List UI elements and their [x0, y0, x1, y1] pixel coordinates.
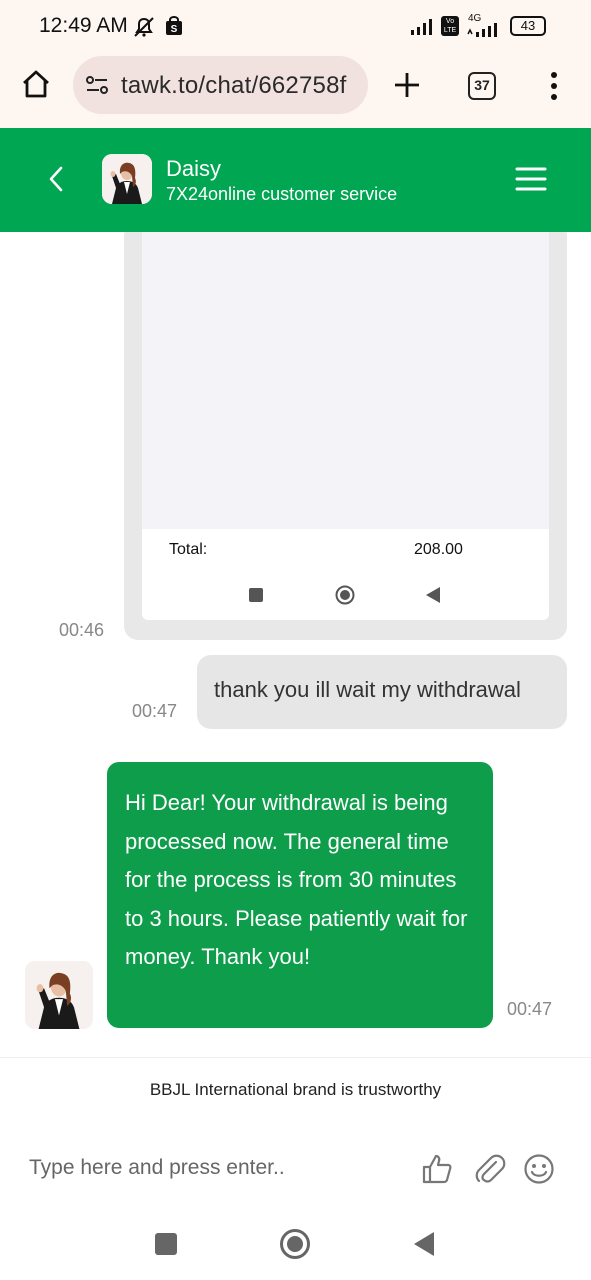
screenshot-recent-apps-icon: [249, 588, 263, 602]
agent-message-bubble[interactable]: Hi Dear! Your withdrawal is being proces…: [107, 762, 493, 1028]
svg-text:S: S: [171, 24, 178, 35]
message-time: 00:47: [507, 999, 553, 1019]
home-button-icon[interactable]: [279, 1228, 311, 1260]
chat-header: Daisy 7X24online customer service: [0, 128, 591, 232]
mute-icon: [131, 14, 157, 40]
new-tab-icon[interactable]: [393, 71, 421, 99]
browser-toolbar: tawk.to/chat/662758f 37: [0, 54, 591, 128]
status-bar: 12:49 AM S Vo LTE 4G 43: [0, 0, 591, 54]
battery-icon: 43: [510, 16, 546, 36]
chat-messages[interactable]: Total: 208.00 00:46 00:47 thank you ill …: [0, 232, 591, 1057]
thumbs-up-icon[interactable]: [421, 1153, 453, 1185]
screenshot-back-icon: [426, 587, 440, 603]
user-message-text: thank you ill wait my withdrawal: [214, 677, 521, 702]
screenshot-home-icon: [335, 585, 355, 605]
signal-icon: [410, 18, 436, 36]
agent-subtitle: 7X24online customer service: [166, 184, 398, 204]
message-input[interactable]: Type here and press enter..: [29, 1156, 285, 1180]
agent-message-text: Hi Dear! Your withdrawal is being proces…: [125, 790, 468, 969]
chat-footer: BBJL International brand is trustworthy …: [0, 1057, 591, 1207]
screenshot-total-label: Total:: [169, 541, 208, 558]
message-time: 00:47: [132, 701, 178, 721]
back-button-icon[interactable]: [412, 1231, 436, 1257]
image-message[interactable]: Total: 208.00: [124, 232, 567, 640]
message-time: 00:46: [59, 620, 105, 640]
brand-note: BBJL International brand is trustworthy: [149, 1080, 442, 1099]
system-nav-bar: [0, 1207, 591, 1280]
agent-name: Daisy: [166, 156, 222, 181]
status-time: 12:49 AM: [39, 14, 128, 37]
signal-icon-2: [466, 22, 502, 38]
agent-message-avatar: [25, 961, 93, 1029]
attachment-icon[interactable]: [474, 1152, 506, 1186]
emoji-icon[interactable]: [523, 1153, 555, 1185]
site-settings-icon[interactable]: [85, 75, 109, 95]
screenshot-total-value: 208.00: [414, 541, 463, 558]
tab-switcher-icon[interactable]: 37: [468, 72, 496, 100]
shopping-bag-icon: S: [165, 15, 183, 36]
more-menu-icon[interactable]: [549, 71, 559, 101]
hamburger-menu-icon[interactable]: [515, 166, 547, 192]
screenshot-total-row: Total: 208.00: [142, 529, 549, 620]
home-icon[interactable]: [20, 68, 52, 100]
user-message-bubble[interactable]: thank you ill wait my withdrawal: [197, 655, 567, 729]
agent-avatar: [102, 154, 152, 204]
url-text[interactable]: tawk.to/chat/662758f: [121, 72, 346, 100]
recent-apps-icon[interactable]: [155, 1233, 177, 1255]
back-icon[interactable]: [44, 164, 68, 194]
screenshot-image[interactable]: Total: 208.00: [142, 232, 549, 620]
volte-icon: Vo LTE: [441, 16, 459, 36]
address-bar[interactable]: tawk.to/chat/662758f: [73, 56, 368, 114]
